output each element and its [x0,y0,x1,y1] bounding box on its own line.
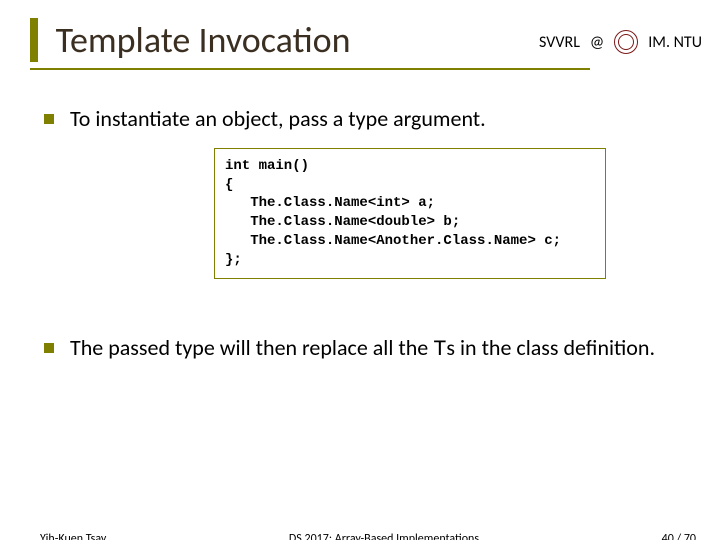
at-symbol: @ [590,33,604,52]
footer-author: Yih-Kuen Tsay [40,532,106,540]
ntu-seal-icon [614,30,638,54]
slide-footer: Yih-Kuen Tsay DS 2017: Array-Based Imple… [0,532,720,540]
square-bullet-icon [44,114,54,124]
code-line: { [225,177,233,193]
title-block: Template Invocation [30,18,590,70]
slide-body: To instantiate an object, pass a type ar… [44,104,680,365]
bullet-text-code: T [433,337,446,362]
code-line: The.Class.Name<double> b; [225,214,460,230]
code-line: The.Class.Name<Another.Class.Name> c; [225,233,561,249]
code-line: The.Class.Name<int> a; [225,195,435,211]
footer-page: 40 / 70 [662,532,696,540]
title-accent-bar [30,18,38,62]
bullet-text: The passed type will then replace all th… [70,333,655,365]
slide-title: Template Invocation [56,18,351,62]
code-block: int main() { The.Class.Name<int> a; The.… [214,148,606,279]
bullet-text: To instantiate an object, pass a type ar… [70,104,486,134]
org-left: SVVRL [539,33,580,52]
bullet-item: The passed type will then replace all th… [44,333,680,365]
bullet-item: To instantiate an object, pass a type ar… [44,104,680,134]
bullet-text-part: The passed type will then replace all th… [70,334,433,361]
code-line: }; [225,252,242,268]
footer-title: DS 2017: Array-Based Implementations [289,532,479,540]
bullet-text-part: s in the class definition. [446,334,655,361]
square-bullet-icon [44,343,54,353]
code-line: int main() [225,158,309,174]
org-right: IM. NTU [648,33,702,52]
header-affiliation: SVVRL @ IM. NTU [539,30,702,54]
